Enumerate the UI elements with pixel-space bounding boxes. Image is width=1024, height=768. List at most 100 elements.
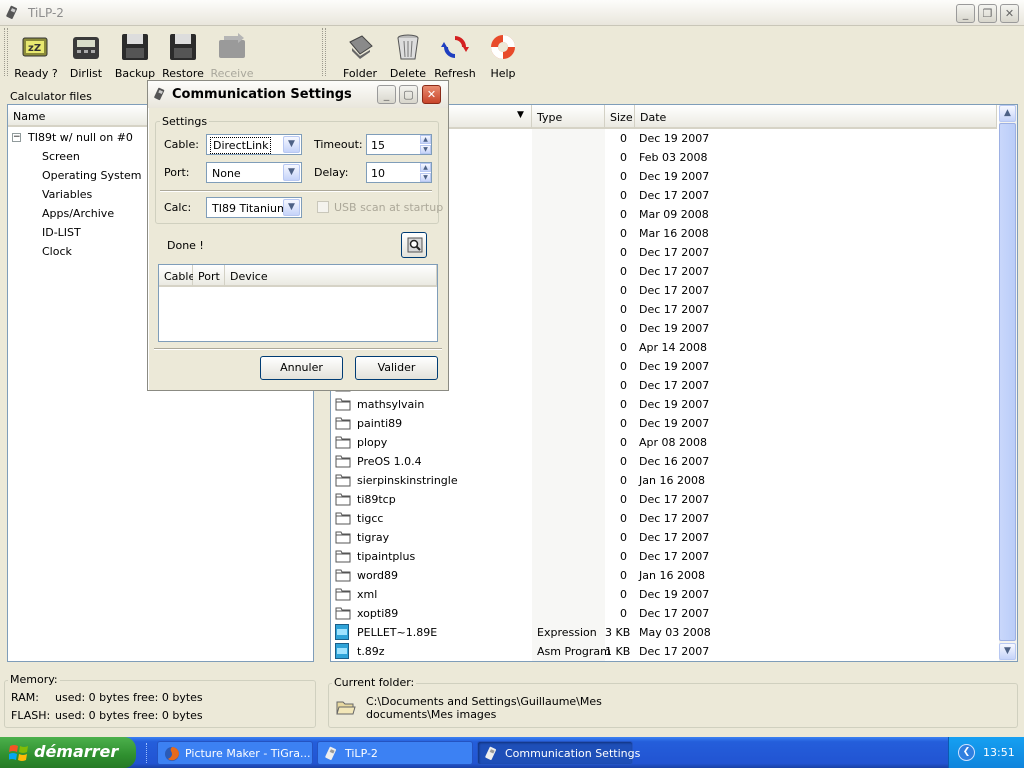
file-size: 0 — [620, 455, 627, 468]
tree-item-id-list[interactable]: ID-LIST — [42, 226, 81, 239]
table-row[interactable]: tigcc 0 Dec 17 2007 — [331, 509, 995, 528]
task-picture-maker[interactable]: Picture Maker - TiGra... — [157, 741, 313, 765]
tree-root-calculator[interactable]: TI89t w/ null on #0 — [28, 131, 133, 144]
task-tilp[interactable]: TiLP-2 — [317, 741, 473, 765]
file-name: sierpinskinstringle — [357, 474, 458, 487]
chevron-down-icon[interactable]: ▼ — [283, 199, 300, 216]
device-column-header[interactable]: Device — [225, 265, 437, 287]
folder-button[interactable]: Folder — [338, 28, 382, 80]
folder-icon — [335, 417, 351, 430]
minimize-button[interactable]: _ — [956, 4, 975, 23]
timeout-spinner[interactable]: 15 ▲ ▼ — [366, 134, 432, 155]
port-column-header[interactable]: Port — [193, 265, 225, 287]
restore-button[interactable]: Restore — [160, 28, 206, 80]
receive-button[interactable]: Receive — [208, 28, 256, 80]
cable-combobox[interactable]: DirectLink ▼ — [206, 134, 302, 155]
help-button[interactable]: Help — [482, 28, 524, 80]
tray-expand-chevron-icon[interactable]: ❮ — [958, 744, 975, 761]
file-name: PELLET~1.89E — [357, 626, 438, 639]
delay-spinner[interactable]: 10 ▲ ▼ — [366, 162, 432, 183]
table-row[interactable]: ti89tcp 0 Dec 17 2007 — [331, 490, 995, 509]
timeout-value: 15 — [371, 139, 385, 152]
dirlist-button[interactable]: Dirlist — [64, 28, 108, 80]
search-button[interactable] — [401, 232, 427, 258]
type-column-header[interactable]: Type — [532, 105, 605, 129]
task-communication-settings[interactable]: Communication Settings — [477, 741, 640, 765]
vertical-scrollbar[interactable]: ▲ ▼ — [999, 105, 1017, 661]
toolbar-grip[interactable] — [322, 28, 326, 76]
tree-expander[interactable]: − — [12, 133, 21, 142]
timeout-label: Timeout: — [314, 138, 363, 151]
tilp-app-icon — [6, 5, 18, 19]
file-date: Feb 03 2008 — [639, 151, 708, 164]
communication-settings-dialog: Communication Settings _ ▢ ✕ Settings Ca… — [147, 80, 449, 391]
table-row[interactable]: t.89z Asm Program 1 KB Dec 17 2007 — [331, 642, 995, 661]
button-divider — [154, 348, 442, 350]
device-list[interactable]: Cable Port Device — [158, 264, 438, 342]
usb-scan-checkbox[interactable] — [317, 201, 329, 213]
table-row[interactable]: mathsylvain 0 Dec 19 2007 — [331, 395, 995, 414]
main-title-bar[interactable]: TiLP-2 _ ❐ ✕ — [0, 0, 1024, 26]
magnifier-icon — [407, 237, 423, 253]
flash-value: used: 0 bytes free: 0 bytes — [55, 709, 203, 722]
tree-item-clock[interactable]: Clock — [42, 245, 72, 258]
table-row[interactable]: word89 0 Jan 16 2008 — [331, 566, 995, 585]
table-row[interactable]: PreOS 1.0.4 0 Dec 16 2007 — [331, 452, 995, 471]
date-column-header[interactable]: Date — [635, 105, 997, 129]
table-row[interactable]: xopti89 0 Dec 17 2007 — [331, 604, 995, 623]
size-column-header[interactable]: Size — [605, 105, 635, 129]
file-size: 0 — [620, 208, 627, 221]
chevron-down-icon[interactable]: ▼ — [283, 136, 300, 153]
start-label: démarrer — [34, 742, 119, 761]
calc-combobox[interactable]: TI89 Titanium ▼ — [206, 197, 302, 218]
cable-column-header[interactable]: Cable — [159, 265, 195, 287]
port-combobox[interactable]: None ▼ — [206, 162, 302, 183]
scroll-thumb[interactable] — [999, 123, 1016, 641]
tree-item-operating-system[interactable]: Operating System — [42, 169, 142, 182]
table-row[interactable]: sierpinskinstringle 0 Jan 16 2008 — [331, 471, 995, 490]
table-row[interactable]: painti89 0 Dec 19 2007 — [331, 414, 995, 433]
dialog-close-button[interactable]: ✕ — [422, 85, 441, 104]
cable-label: Cable: — [164, 138, 199, 151]
table-row[interactable]: tipaintplus 0 Dec 17 2007 — [331, 547, 995, 566]
toolbar-grip[interactable] — [4, 28, 8, 76]
delete-button[interactable]: Delete — [386, 28, 430, 80]
spin-up-icon[interactable]: ▲ — [420, 135, 431, 144]
chevron-down-icon[interactable]: ▼ — [283, 164, 300, 181]
spin-down-icon[interactable]: ▼ — [420, 173, 431, 182]
tree-item-variables[interactable]: Variables — [42, 188, 92, 201]
table-row[interactable]: plopy 0 Apr 08 2008 — [331, 433, 995, 452]
scroll-down-button[interactable]: ▼ — [999, 643, 1016, 660]
current-folder-label: Current folder: — [332, 676, 417, 689]
file-size: 0 — [620, 227, 627, 240]
file-size: 0 — [620, 379, 627, 392]
lifebuoy-icon — [491, 35, 515, 59]
trash-can-icon — [397, 34, 419, 60]
file-type: Expression — [537, 626, 597, 639]
start-button[interactable]: démarrer — [0, 737, 136, 768]
refresh-button[interactable]: Refresh — [432, 28, 478, 80]
tree-item-screen[interactable]: Screen — [42, 150, 80, 163]
task-label: Communication Settings — [505, 747, 641, 760]
table-row[interactable]: tigray 0 Dec 17 2007 — [331, 528, 995, 547]
file-size: 0 — [620, 512, 627, 525]
ready-button[interactable]: zZ Ready ? — [12, 28, 60, 80]
spin-up-icon[interactable]: ▲ — [420, 163, 431, 172]
folder-icon — [335, 455, 351, 468]
tree-item-apps-archive[interactable]: Apps/Archive — [42, 207, 114, 220]
cancel-button[interactable]: Annuler — [260, 356, 343, 380]
dialog-maximize-button[interactable]: ▢ — [399, 85, 418, 104]
ok-button[interactable]: Valider — [355, 356, 438, 380]
maximize-button[interactable]: ❐ — [978, 4, 997, 23]
spin-down-icon[interactable]: ▼ — [420, 145, 431, 154]
dialog-minimize-button[interactable]: _ — [377, 85, 396, 104]
close-button[interactable]: ✕ — [1000, 4, 1019, 23]
table-row[interactable]: xml 0 Dec 19 2007 — [331, 585, 995, 604]
dialog-title-bar[interactable]: Communication Settings _ ▢ ✕ — [148, 81, 448, 108]
firefox-icon — [165, 747, 179, 761]
file-date: Dec 17 2007 — [639, 189, 710, 202]
settings-divider — [160, 190, 432, 192]
scroll-up-button[interactable]: ▲ — [999, 105, 1016, 122]
backup-button[interactable]: Backup — [112, 28, 158, 80]
table-row[interactable]: PELLET~1.89E Expression 3 KB May 03 2008 — [331, 623, 995, 642]
